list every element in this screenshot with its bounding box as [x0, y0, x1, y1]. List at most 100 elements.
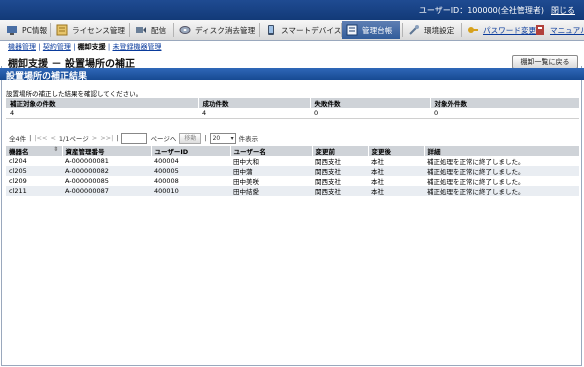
summary-excluded-count: 0 [430, 108, 579, 119]
cell-details: 補正処理を正常に終了しました。 [424, 166, 579, 176]
section-header: 設置場所の補正結果 [0, 68, 584, 82]
menu-password-change[interactable]: パスワード変更 [463, 21, 536, 39]
settings-icon [407, 23, 421, 37]
cell-before: 関西支社 [312, 176, 368, 186]
cell-details: 補正処理を正常に終了しました。 [424, 156, 579, 166]
cell-asset-number: A-000000085 [62, 176, 151, 186]
menu-pc-info[interactable]: PC情報 [2, 21, 48, 39]
summary-header: 対象外件数 [430, 98, 580, 108]
menu-manual[interactable]: マニュアル [530, 21, 584, 39]
next-page-button[interactable]: > [92, 134, 97, 142]
breadcrumb-sep: | [73, 43, 76, 51]
summary-header: 補正対象の件数 [6, 98, 199, 108]
breadcrumb-contract-mgmt[interactable]: 契約管理 [43, 43, 71, 51]
menu-disk-erase[interactable]: ディスク消去管理 [175, 21, 257, 39]
per-page-label: 件表示 [238, 135, 259, 143]
breadcrumb-inventory-support: 棚卸支援 [77, 43, 106, 51]
cell-user-id: 400004 [151, 156, 230, 166]
menu-label: ディスク消去管理 [195, 25, 256, 35]
menu-label: パスワード変更 [483, 25, 537, 35]
ledger-icon [345, 23, 359, 37]
column-header-user-name[interactable]: ユーザー名 [230, 146, 313, 156]
cell-asset-number: A-000000081 [62, 156, 151, 166]
breadcrumb-sep: | [38, 43, 41, 51]
key-icon [466, 23, 480, 37]
breadcrumb-unregistered-devices[interactable]: 未登録機器管理 [112, 43, 161, 51]
first-page-button[interactable]: |<< [34, 134, 47, 142]
cell-user-name: 田中大和 [230, 156, 312, 166]
column-header-after[interactable]: 変更後 [368, 146, 425, 156]
close-link[interactable]: 閉じる [551, 5, 575, 16]
breadcrumb-sep: | [107, 43, 111, 51]
cell-asset-number: A-000000087 [62, 186, 151, 196]
cell-user-id: 400010 [151, 186, 230, 196]
cell-before: 関西支社 [312, 156, 368, 166]
cell-details: 補正処理を正常に終了しました。 [424, 176, 579, 186]
breadcrumb-device-mgmt[interactable]: 機器管理 [8, 43, 36, 51]
cell-device-name: cl211 [6, 186, 62, 196]
main-menu: PC情報 ライセンス管理 配信 ディスク消去管理 スマートデバイス 管理台帳 環… [0, 20, 584, 41]
summary-header: 成功件数 [198, 98, 311, 108]
column-header-asset-number[interactable]: 資産管理番号 [62, 146, 152, 156]
top-header: ユーザーID：100000(全社管理者) 閉じる [0, 0, 584, 20]
page-number-input[interactable] [121, 132, 148, 144]
result-table: 機器名 ⇳ 資産管理番号 ユーザーID ユーザー名 変更前 変更後 詳細 cl20… [6, 146, 580, 196]
table-row: cl211 A-000000087 400010 田中結愛 関西支社 本社 補正… [6, 186, 579, 196]
table-row: cl204 A-000000081 400004 田中大和 関西支社 本社 補正… [6, 156, 579, 166]
cell-after: 本社 [368, 166, 424, 176]
menu-label: スマートデバイス [281, 25, 342, 35]
page-info: 1/1ページ [58, 135, 89, 143]
column-header-device-name[interactable]: 機器名 ⇳ [6, 146, 63, 156]
menu-label: 環境設定 [424, 25, 455, 35]
menu-smart-device[interactable]: スマートデバイス [261, 21, 342, 39]
menu-label: ライセンス管理 [72, 25, 126, 35]
description-text: 設置場所の補正した結果を確認してください。 [6, 90, 143, 98]
summary-failure-count: 0 [310, 108, 430, 119]
cell-after: 本社 [368, 176, 424, 186]
prev-page-button[interactable]: < [50, 134, 55, 142]
move-button[interactable]: 移動 [179, 132, 202, 144]
cell-before: 関西支社 [312, 186, 368, 196]
cell-user-id: 400008 [151, 176, 230, 186]
summary-table: 補正対象の件数 成功件数 失敗件数 対象外件数 4 4 0 0 [6, 98, 580, 119]
cell-user-name: 田中美咲 [230, 176, 312, 186]
manual-icon [533, 23, 547, 37]
menu-settings[interactable]: 環境設定 [404, 21, 459, 39]
menu-label: PC情報 [22, 25, 48, 35]
smart-device-icon [264, 23, 278, 37]
cell-device-name: cl209 [6, 176, 62, 186]
user-info: ユーザーID：100000(全社管理者) [418, 6, 544, 15]
menu-label: 管理台帳 [362, 25, 393, 35]
back-to-inventory-list-button[interactable]: 棚卸一覧に戻る [512, 55, 578, 69]
cell-asset-number: A-000000082 [62, 166, 151, 176]
distribution-icon [134, 23, 148, 37]
goto-label: ページへ [150, 135, 177, 143]
pager: 全4件 | |<< < 1/1ページ > >>| | ページへ 移動 | 20 … [9, 132, 258, 144]
breadcrumb: 機器管理 | 契約管理 | 棚卸支援 | 未登録機器管理 [8, 42, 161, 52]
column-header-details[interactable]: 詳細 [424, 146, 580, 156]
cell-device-name: cl205 [6, 166, 62, 176]
column-header-before[interactable]: 変更前 [312, 146, 369, 156]
menu-license[interactable]: ライセンス管理 [52, 21, 127, 39]
menu-ledger[interactable]: 管理台帳 [342, 21, 400, 39]
disk-erase-icon [178, 23, 192, 37]
menu-label: 配信 [151, 25, 167, 35]
total-count: 全4件 [9, 135, 27, 143]
last-page-button[interactable]: >>| [100, 134, 113, 142]
cell-user-name: 田中結愛 [230, 186, 312, 196]
cell-user-name: 田中蒲 [230, 166, 312, 176]
column-header-user-id[interactable]: ユーザーID [151, 146, 231, 156]
table-row: cl209 A-000000085 400008 田中美咲 関西支社 本社 補正… [6, 176, 579, 186]
summary-success-count: 4 [198, 108, 310, 119]
sort-icon[interactable]: ⇳ [53, 146, 58, 153]
table-row: cl205 A-000000082 400005 田中蒲 関西支社 本社 補正処… [6, 166, 579, 176]
license-icon [55, 23, 69, 37]
cell-before: 関西支社 [312, 166, 368, 176]
per-page-select[interactable]: 20 [209, 132, 236, 144]
cell-after: 本社 [368, 156, 424, 166]
summary-target-count: 4 [6, 108, 198, 119]
cell-device-name: cl204 [6, 156, 62, 166]
cell-details: 補正処理を正常に終了しました。 [424, 186, 579, 196]
cell-user-id: 400005 [151, 166, 230, 176]
menu-distribution[interactable]: 配信 [131, 21, 171, 39]
